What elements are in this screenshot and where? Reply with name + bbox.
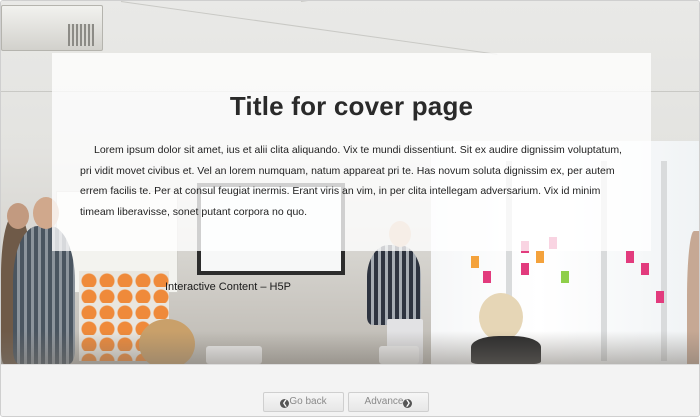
sticky-note <box>536 251 544 263</box>
person-head <box>7 203 29 229</box>
sticky-note <box>641 263 649 275</box>
ceiling-line <box>120 1 498 55</box>
go-back-button[interactable]: ❮ Go back <box>263 392 344 412</box>
cover-title: Title for cover page <box>229 91 474 121</box>
cover-page-frame: Title for cover page Lorem ipsum dolor s… <box>0 0 700 417</box>
title-panel: Title for cover page Lorem ipsum dolor s… <box>52 53 651 251</box>
image-caption: Interactive Content – H5P <box>165 281 291 293</box>
sticky-note <box>471 256 479 268</box>
go-back-label: Go back <box>289 396 327 407</box>
sticky-note <box>483 271 491 283</box>
presenter <box>367 245 421 325</box>
sticky-note <box>656 291 664 303</box>
air-conditioner-unit <box>1 5 103 51</box>
navigation-footer: ❮ Go back Advance ❯ <box>1 364 699 416</box>
air-conditioner-vent <box>68 24 94 46</box>
ceiling-line <box>300 1 699 2</box>
advance-label: Advance <box>364 396 404 407</box>
chevron-right-icon: ❯ <box>403 399 413 408</box>
sticky-note <box>521 263 529 275</box>
cover-description: Lorem ipsum dolor sit amet, ius et alii … <box>80 144 622 218</box>
floor-shadow <box>1 331 699 364</box>
sticky-note <box>561 271 569 283</box>
advance-button[interactable]: Advance ❯ <box>348 392 429 412</box>
sticky-note <box>626 251 634 263</box>
